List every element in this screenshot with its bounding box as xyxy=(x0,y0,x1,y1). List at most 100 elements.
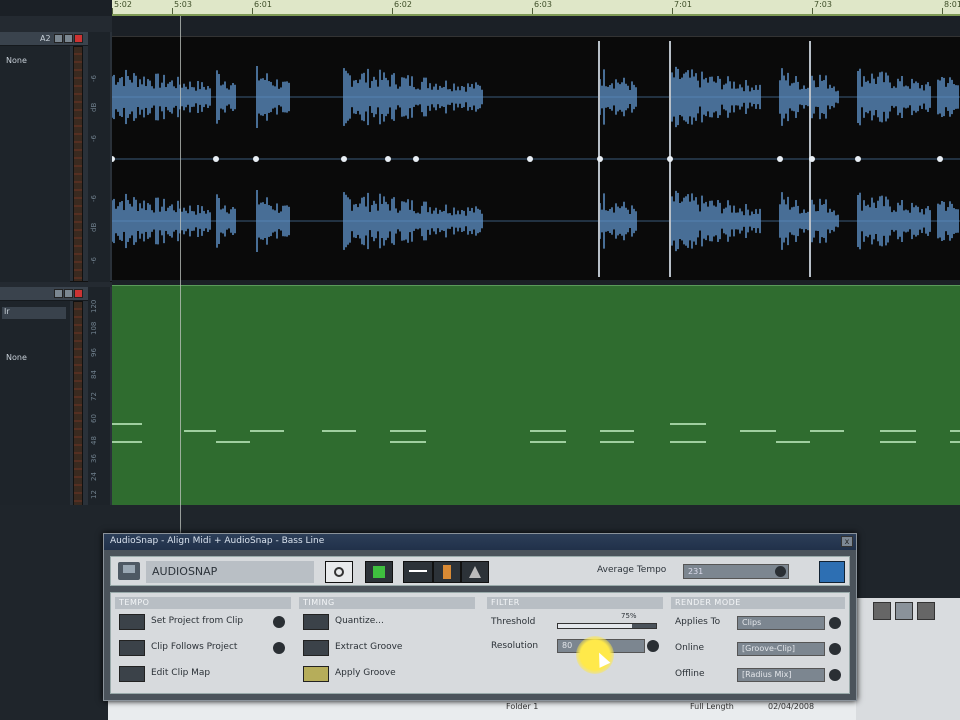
ruler-label: 7:01 xyxy=(674,0,692,9)
record-arm-button[interactable] xyxy=(74,289,83,298)
ruler-tick xyxy=(172,8,173,14)
audio-clip[interactable] xyxy=(112,36,960,280)
note-scale-label: 36 xyxy=(90,454,98,463)
audio-track-panel: None xyxy=(0,46,70,282)
browser-folder-name[interactable]: Folder 1 xyxy=(506,702,538,711)
apply-groove-label: Apply Groove xyxy=(335,668,396,678)
extract-groove-row[interactable]: Extract Groove xyxy=(301,639,475,657)
set-project-from-clip-row[interactable]: Set Project from Clip xyxy=(117,613,291,631)
mute-button[interactable] xyxy=(54,289,63,298)
beat-marker xyxy=(809,156,815,162)
extract-groove-icon xyxy=(303,640,329,656)
extract-groove-label: Extract Groove xyxy=(335,642,403,652)
ruler-label: 6:03 xyxy=(534,0,552,9)
clip-follows-project-button[interactable] xyxy=(273,642,285,654)
metronome-button[interactable] xyxy=(461,561,489,583)
mute-button[interactable] xyxy=(54,34,63,43)
solo-button[interactable] xyxy=(64,289,73,298)
beat-marker xyxy=(937,156,943,162)
dock-dropdown-icon[interactable] xyxy=(873,602,891,620)
filter-heading: FILTER xyxy=(487,597,663,609)
pool-view-button[interactable] xyxy=(433,561,461,583)
tempo-section: TEMPO Set Project from Clip Clip Follows… xyxy=(115,597,291,691)
dock-view-button[interactable] xyxy=(895,602,913,620)
audio-scale-label: -6 xyxy=(90,135,98,142)
filter-section: FILTER Threshold 75% Resolution 80 xyxy=(487,597,663,691)
record-arm-button[interactable] xyxy=(74,34,83,43)
browser-column-date: 02/04/2008 xyxy=(768,702,815,711)
ruler-tick xyxy=(392,8,393,14)
quantize-row[interactable]: Quantize... xyxy=(301,613,475,631)
threshold-slider[interactable] xyxy=(557,623,657,629)
timing-heading: TIMING xyxy=(299,597,475,609)
offline-render-field[interactable]: [Radius Mix] xyxy=(737,668,825,682)
applies-to-field[interactable]: Clips xyxy=(737,616,825,630)
ruler-tick xyxy=(252,8,253,14)
audio-db-scale: -6 dB -6 -6 dB -6 xyxy=(88,32,110,282)
audiosnap-palette: AudioSnap - Align Midi + AudioSnap - Bas… xyxy=(103,533,857,701)
apply-groove-row[interactable]: Apply Groove xyxy=(301,665,475,683)
average-tempo-field[interactable]: 231 xyxy=(683,564,789,579)
audiosnap-body: TEMPO Set Project from Clip Clip Follows… xyxy=(110,592,850,694)
online-label: Online xyxy=(675,643,705,653)
audio-scale-label: dB xyxy=(90,222,98,232)
timeline-ruler[interactable]: 5:02 5:03 6:01 6:02 6:03 7:01 7:03 8:01 xyxy=(112,0,960,16)
threshold-value: 75% xyxy=(621,612,637,620)
solo-button[interactable] xyxy=(64,34,73,43)
snap-enable-button[interactable] xyxy=(365,561,393,583)
audiosnap-title-bar[interactable]: AudioSnap - Align Midi + AudioSnap - Bas… xyxy=(104,534,856,550)
beat-marker xyxy=(385,156,391,162)
edit-clip-map-icon xyxy=(119,666,145,682)
average-tempo-label: Average Tempo xyxy=(597,565,667,575)
midi-note-scale: 120 108 96 84 72 60 48 36 24 12 xyxy=(88,287,110,507)
beat-marker xyxy=(597,156,603,162)
browser-dock xyxy=(855,598,960,720)
dock-view-button[interactable] xyxy=(917,602,935,620)
audiosnap-title: AudioSnap - Align Midi + AudioSnap - Bas… xyxy=(110,536,325,546)
ruler-tick xyxy=(942,8,943,14)
note-scale-label: 24 xyxy=(90,472,98,481)
midi-track-header[interactable]: Ir None 120 108 96 84 72 60 48 36 24 12 xyxy=(0,287,112,507)
applies-to-label: Applies To xyxy=(675,617,721,627)
online-render-field[interactable]: [Groove-Clip] xyxy=(737,642,825,656)
online-dropdown-button[interactable] xyxy=(829,643,841,655)
audio-track-number: A2 xyxy=(40,34,51,43)
offline-label: Offline xyxy=(675,669,705,679)
transient-view-button[interactable] xyxy=(403,561,433,583)
clip-follows-icon xyxy=(119,640,145,656)
expand-palette-button[interactable] xyxy=(819,561,845,583)
now-time-cursor[interactable] xyxy=(180,16,181,536)
render-mode-heading: RENDER MODE xyxy=(671,597,845,609)
midi-clip[interactable] xyxy=(112,285,960,505)
note-scale-label: 84 xyxy=(90,370,98,379)
ruler-tick xyxy=(812,8,813,14)
average-tempo-apply-button[interactable] xyxy=(775,566,786,577)
resolution-dropdown-button[interactable] xyxy=(647,640,659,652)
edit-clip-map-row[interactable]: Edit Clip Map xyxy=(117,665,291,683)
edit-clip-map-label: Edit Clip Map xyxy=(151,668,211,678)
ruler-label: 7:03 xyxy=(814,0,832,9)
audiosnap-logo: AUDIOSNAP xyxy=(146,561,314,583)
ruler-label: 5:03 xyxy=(174,0,192,9)
ruler-label: 6:02 xyxy=(394,0,412,9)
set-project-from-clip-button[interactable] xyxy=(273,616,285,628)
snap-icon xyxy=(373,566,385,578)
note-scale-label: 108 xyxy=(90,321,98,335)
audio-track-header[interactable]: A2 None -6 dB -6 -6 dB -6 xyxy=(0,32,112,282)
midi-track-input: None xyxy=(6,353,27,362)
browser-column-length: Full Length xyxy=(690,702,734,711)
clip-follows-project-row[interactable]: Clip Follows Project xyxy=(117,639,291,657)
ruler-label: 8:01 xyxy=(944,0,960,9)
offline-dropdown-button[interactable] xyxy=(829,669,841,681)
note-scale-label: 12 xyxy=(90,490,98,499)
audio-level-meter xyxy=(73,46,83,282)
power-button[interactable] xyxy=(325,561,353,583)
audiosnap-logo-icon xyxy=(118,562,140,580)
set-project-from-clip-label: Set Project from Clip xyxy=(151,616,244,626)
render-mode-section: RENDER MODE Applies To Clips Online [Gro… xyxy=(671,597,845,691)
applies-to-dropdown-button[interactable] xyxy=(829,617,841,629)
midi-instrument-field[interactable]: Ir xyxy=(2,307,66,319)
beat-marker xyxy=(253,156,259,162)
beat-marker xyxy=(855,156,861,162)
close-icon[interactable]: x xyxy=(841,536,853,547)
